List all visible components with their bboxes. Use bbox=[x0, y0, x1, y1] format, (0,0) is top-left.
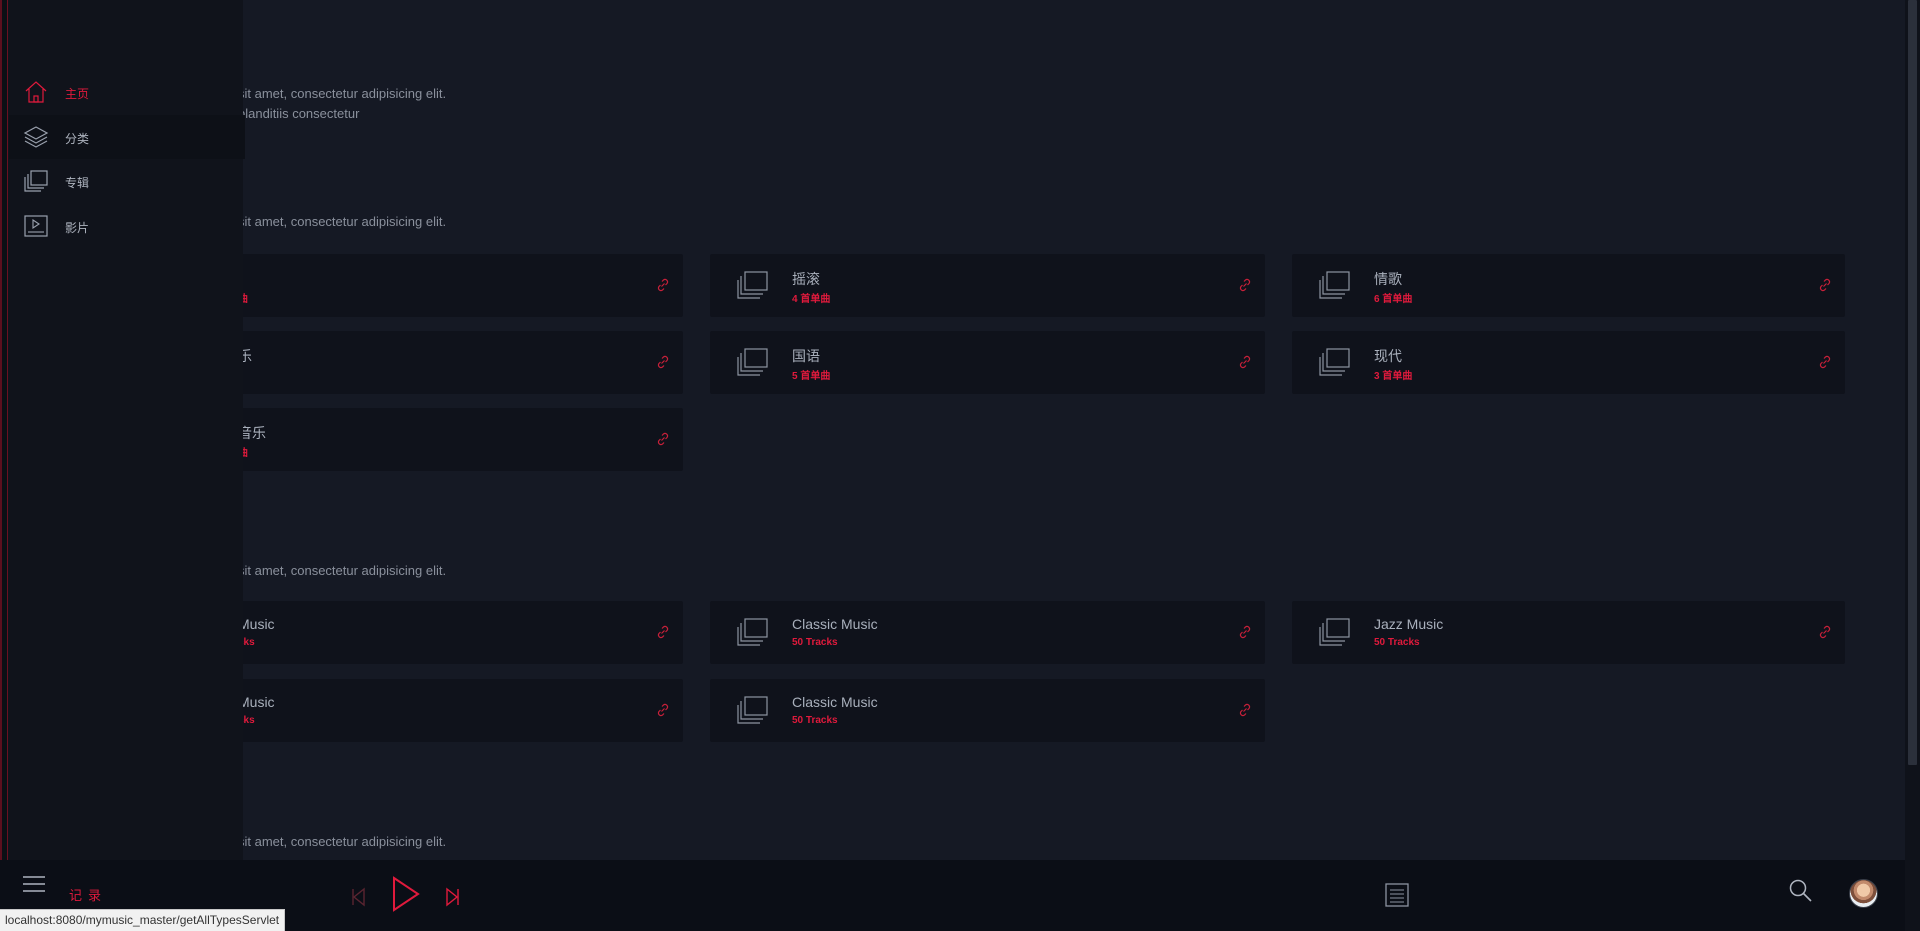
category-title: 情歌 bbox=[1374, 271, 1402, 287]
album-title: Music bbox=[238, 616, 275, 632]
status-url: localhost:8080/mymusic_master/getAllType… bbox=[0, 909, 286, 931]
previous-icon[interactable] bbox=[350, 887, 366, 907]
album-stack-icon bbox=[737, 696, 768, 724]
album-tracks: 50 Tracks bbox=[1374, 637, 1420, 648]
album-stack-icon bbox=[737, 348, 768, 376]
link-icon[interactable] bbox=[655, 354, 671, 370]
sidebar-item-videos[interactable]: 影片 bbox=[9, 204, 245, 248]
menu-icon[interactable] bbox=[22, 874, 46, 894]
player-bar bbox=[0, 860, 1905, 931]
album-title: Classic Music bbox=[792, 694, 878, 710]
link-icon[interactable] bbox=[655, 702, 671, 718]
sidebar-item-label: 影片 bbox=[65, 221, 90, 235]
section-desc-3: sit amet, consectetur adipisicing elit. bbox=[238, 563, 447, 578]
sidebar-item-label: 专辑 bbox=[65, 176, 90, 190]
category-title: 国语 bbox=[792, 348, 820, 364]
category-count: 5 首单曲 bbox=[792, 371, 831, 382]
album-title: Jazz Music bbox=[1374, 616, 1444, 632]
album-title: Music bbox=[238, 694, 275, 710]
link-icon[interactable] bbox=[655, 431, 671, 447]
link-icon[interactable] bbox=[1817, 277, 1833, 293]
link-icon[interactable] bbox=[1237, 702, 1253, 718]
section-desc-4: sit amet, consectetur adipisicing elit. bbox=[238, 834, 447, 849]
album-card[interactable]: Jazz Music 50 Tracks bbox=[1292, 601, 1845, 664]
category-card[interactable]: 现代 3 首单曲 bbox=[1292, 331, 1845, 394]
scrollbar[interactable] bbox=[1905, 0, 1920, 931]
layers-icon bbox=[23, 126, 49, 148]
album-card[interactable]: Classic Music 50 Tracks bbox=[710, 679, 1265, 742]
category-title: 摇滚 bbox=[792, 271, 820, 287]
next-icon[interactable] bbox=[445, 887, 461, 907]
sidebar-item-label: 分类 bbox=[65, 132, 90, 146]
category-card[interactable]: 情歌 6 首单曲 bbox=[1292, 254, 1845, 317]
category-count: 6 首单曲 bbox=[1374, 294, 1413, 305]
search-icon[interactable] bbox=[1788, 878, 1812, 902]
record-label[interactable]: 记录 bbox=[69, 885, 107, 904]
album-stack-icon bbox=[737, 271, 768, 299]
main-content: sit amet, consectetur adipisicing elit. … bbox=[0, 0, 1905, 860]
albums-icon bbox=[24, 170, 48, 192]
album-tracks: 50 Tracks bbox=[792, 637, 838, 648]
category-title: 现代 bbox=[1374, 348, 1402, 364]
sidebar-item-label: 主页 bbox=[65, 87, 90, 101]
category-count: 3 首单曲 bbox=[1374, 371, 1413, 382]
album-tracks: 50 Tracks bbox=[792, 715, 838, 726]
home-icon bbox=[25, 81, 47, 103]
link-icon[interactable] bbox=[655, 277, 671, 293]
album-stack-icon bbox=[1319, 271, 1350, 299]
sidebar-item-albums[interactable]: 专辑 bbox=[9, 159, 245, 203]
link-icon[interactable] bbox=[1817, 354, 1833, 370]
playlist-icon[interactable] bbox=[1385, 883, 1409, 907]
album-title: Classic Music bbox=[792, 616, 878, 632]
link-icon[interactable] bbox=[1237, 354, 1253, 370]
section-desc-1-line-1: sit amet, consectetur adipisicing elit. bbox=[238, 86, 447, 101]
sidebar-item-home[interactable]: 主页 bbox=[9, 70, 245, 114]
sidebar-accent-bar bbox=[2, 0, 8, 860]
category-card[interactable]: 摇滚 4 首单曲 bbox=[710, 254, 1265, 317]
link-icon[interactable] bbox=[1237, 277, 1253, 293]
album-card[interactable]: Classic Music 50 Tracks bbox=[710, 601, 1265, 664]
section-desc-2: sit amet, consectetur adipisicing elit. bbox=[238, 214, 447, 229]
sidebar: 主页 分类 专辑 影片 bbox=[0, 0, 245, 860]
album-stack-icon bbox=[1319, 348, 1350, 376]
album-stack-icon bbox=[737, 618, 768, 646]
link-icon[interactable] bbox=[655, 624, 671, 640]
section-desc-1-line-2: blanditiis consectetur bbox=[238, 106, 360, 121]
avatar[interactable] bbox=[1849, 879, 1878, 908]
scrollbar-thumb[interactable] bbox=[1908, 0, 1917, 765]
play-icon[interactable] bbox=[391, 876, 421, 912]
album-stack-icon bbox=[1319, 618, 1350, 646]
link-icon[interactable] bbox=[1237, 624, 1253, 640]
video-icon bbox=[24, 215, 48, 237]
link-icon[interactable] bbox=[1817, 624, 1833, 640]
sidebar-item-categories[interactable]: 分类 bbox=[9, 115, 245, 159]
category-count: 4 首单曲 bbox=[792, 294, 831, 305]
category-card[interactable]: 国语 5 首单曲 bbox=[710, 331, 1265, 394]
